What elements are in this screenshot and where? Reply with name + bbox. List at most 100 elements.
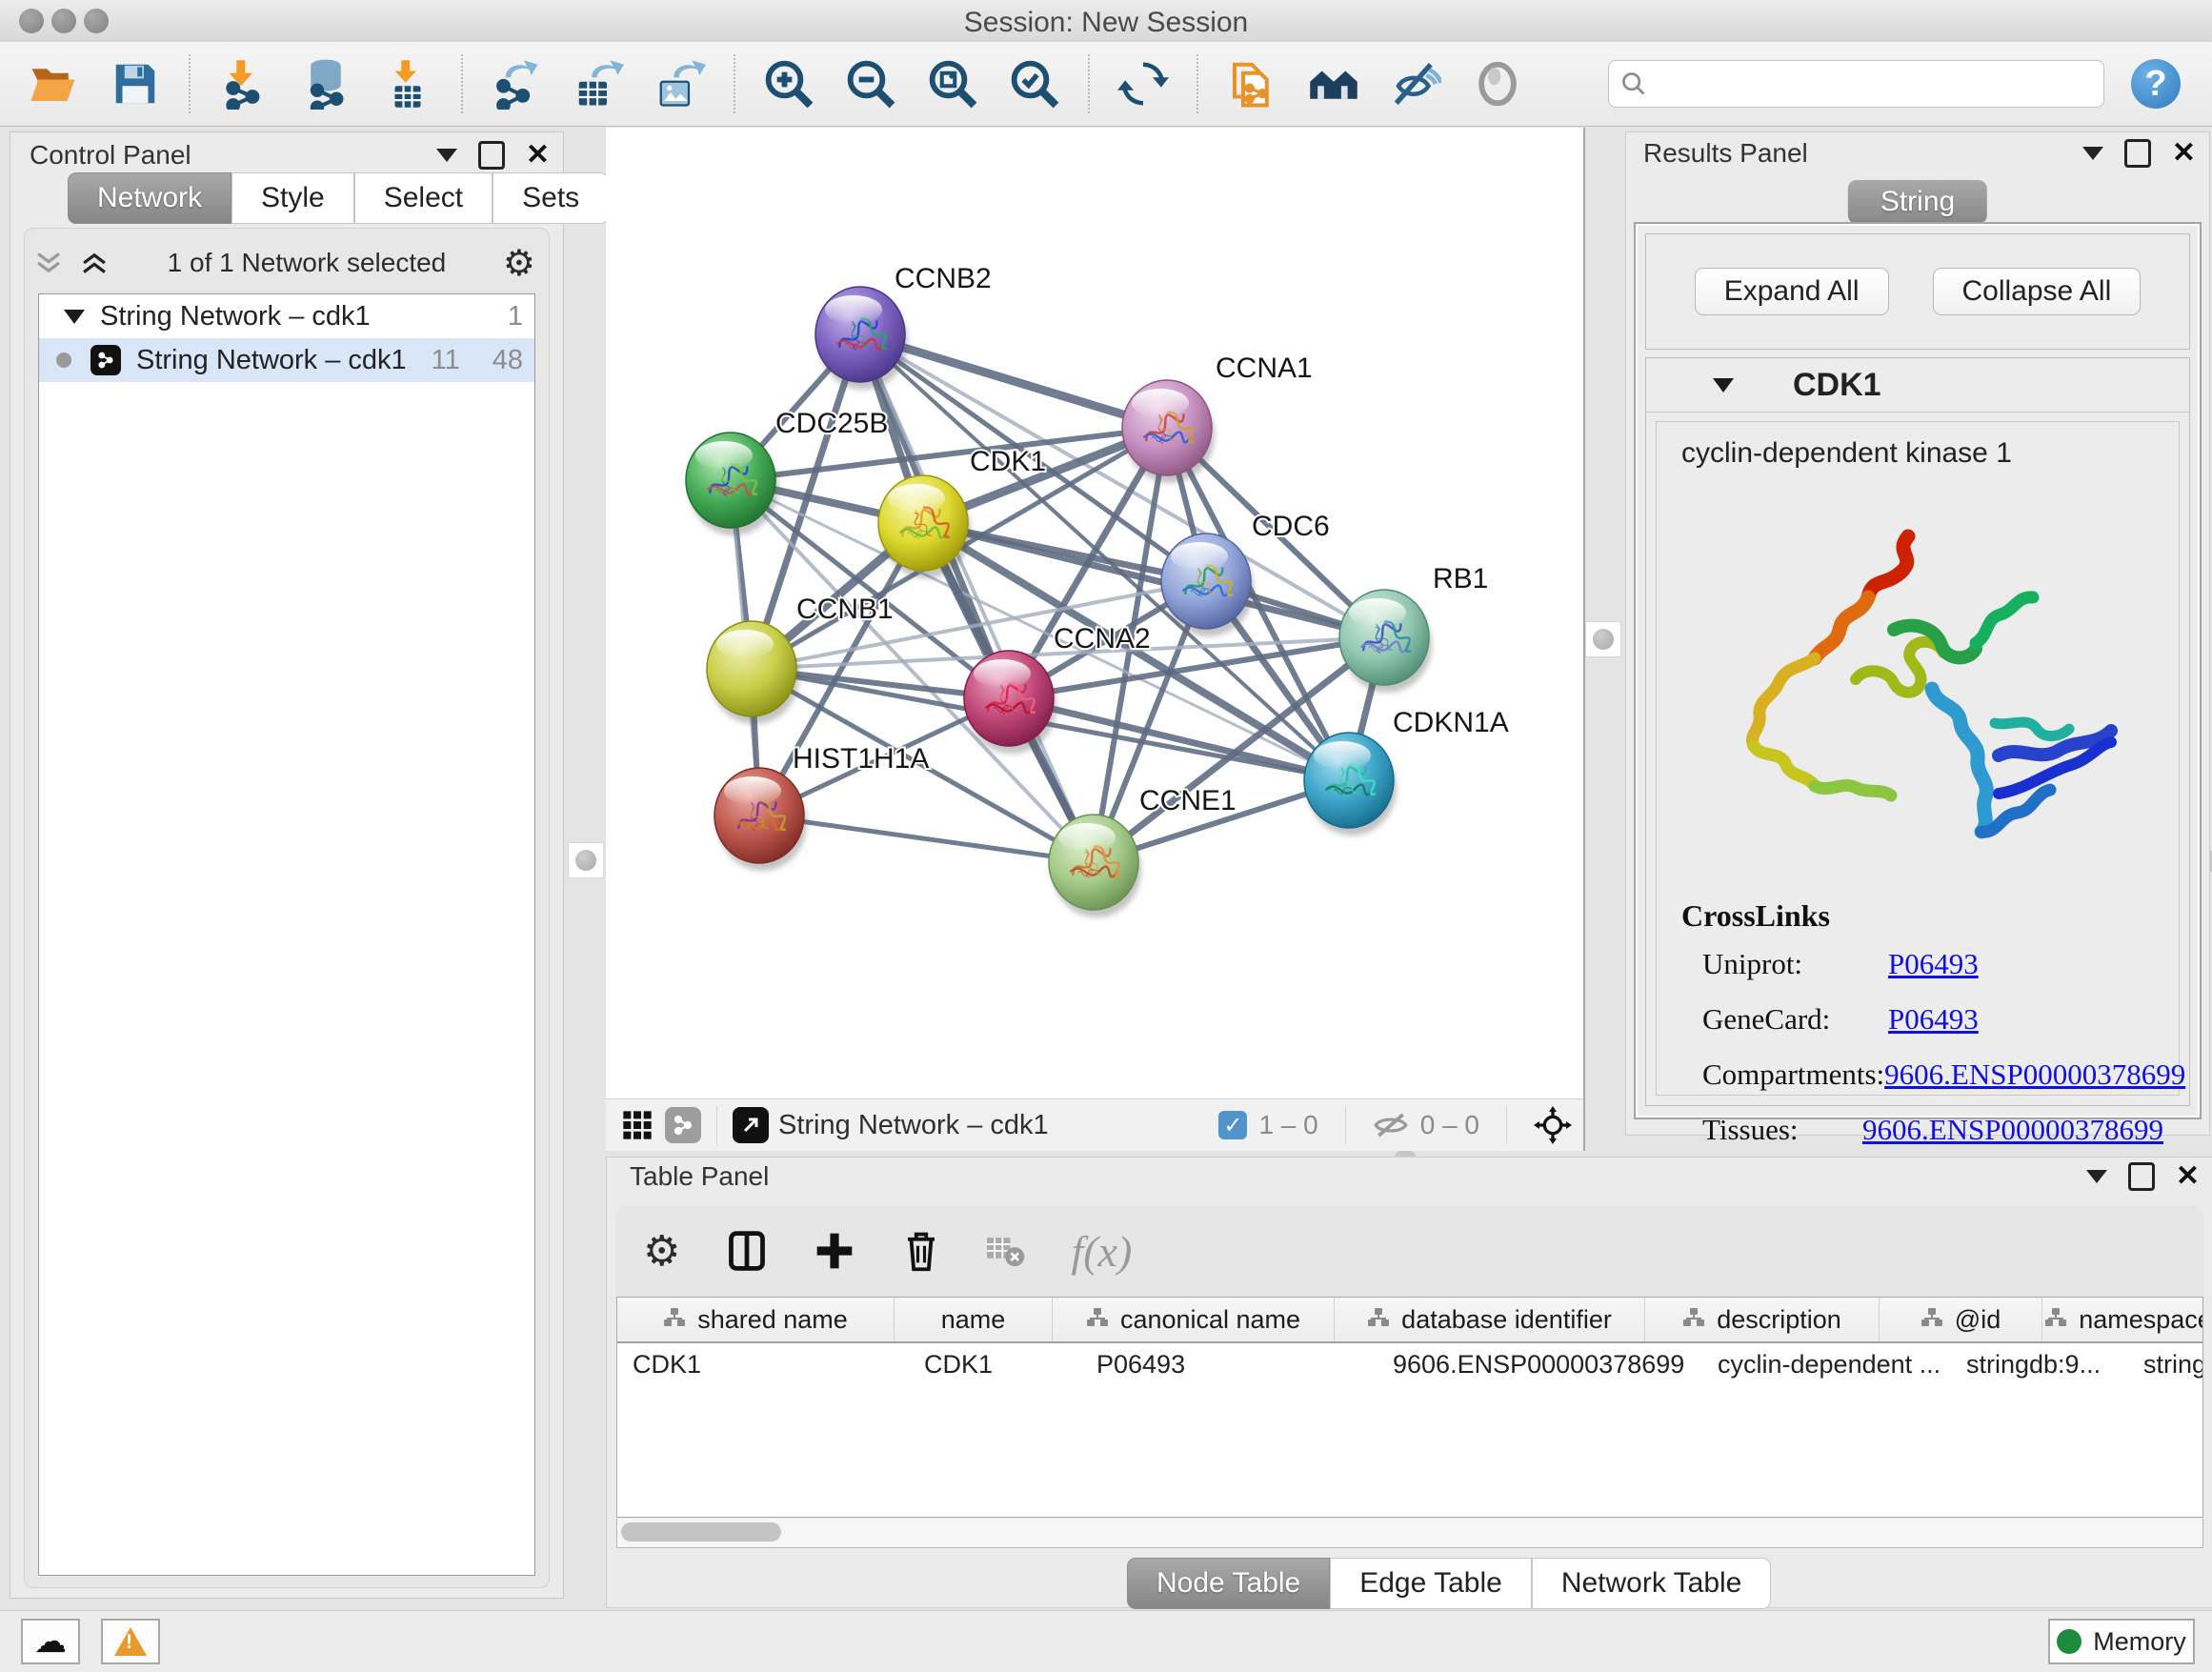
detach-view-icon[interactable] <box>733 1107 769 1143</box>
warnings-button[interactable] <box>101 1619 160 1664</box>
crosslink-link[interactable]: P06493 <box>1888 947 1979 981</box>
column-header-database-identifier[interactable]: database identifier <box>1335 1298 1645 1341</box>
delete-table-icon[interactable] <box>987 1235 1025 1267</box>
export-image-icon[interactable] <box>652 55 709 112</box>
node-HIST1H1A[interactable]: HIST1H1A <box>714 743 929 871</box>
export-table-icon[interactable] <box>570 55 627 112</box>
delete-column-icon[interactable] <box>901 1229 941 1273</box>
grid-view-icon[interactable] <box>619 1107 655 1143</box>
crosslink-link[interactable]: 9606.ENSP00000378699 <box>1862 1113 2163 1147</box>
zoom-selected-icon[interactable] <box>1006 55 1063 112</box>
gene-description: cyclin-dependent kinase 1 <box>1681 437 2179 470</box>
search-input[interactable] <box>1608 60 2104 108</box>
memory-button[interactable]: Memory <box>2048 1619 2195 1664</box>
expand-all-button[interactable]: Expand All <box>1695 268 1889 315</box>
node-CCNE1[interactable]: CCNE1 <box>1049 785 1237 917</box>
node-label-RB1: RB1 <box>1433 563 1488 594</box>
tab-node-table[interactable]: Node Table <box>1127 1558 1330 1609</box>
column-header--id[interactable]: @id <box>1880 1298 2042 1341</box>
tab-string[interactable]: String <box>1848 180 1987 224</box>
import-network-database-icon[interactable] <box>297 55 354 112</box>
panel-float-icon[interactable] <box>2128 1162 2155 1191</box>
node-table[interactable]: shared namenamecanonical namedatabase id… <box>616 1297 2203 1518</box>
selected-checkbox-icon[interactable]: ✓ <box>1218 1111 1247 1139</box>
column-header-namespace[interactable]: namespace <box>2042 1298 2203 1341</box>
node-CDKN1A[interactable]: CDKN1A <box>1304 707 1509 836</box>
save-session-icon[interactable] <box>107 55 164 112</box>
open-session-icon[interactable] <box>25 55 82 112</box>
zoom-in-icon[interactable] <box>760 55 817 112</box>
panel-menu-icon[interactable] <box>2086 1170 2107 1183</box>
memory-label: Memory <box>2093 1627 2186 1657</box>
panel-close-icon[interactable]: ✕ <box>2176 1162 2200 1191</box>
tab-edge-table[interactable]: Edge Table <box>1330 1558 1532 1609</box>
show-columns-icon[interactable] <box>726 1229 768 1273</box>
help-icon[interactable]: ? <box>2131 59 2181 109</box>
panel-close-icon[interactable]: ✕ <box>526 141 550 170</box>
node-label-CCNB2: CCNB2 <box>895 263 992 294</box>
column-header-canonical-name[interactable]: canonical name <box>1053 1298 1335 1341</box>
table-tabs: Node TableEdge TableNetwork Table <box>1127 1558 1771 1609</box>
tab-network[interactable]: Network <box>68 172 231 224</box>
collapse-all-button[interactable]: Collapse All <box>1933 268 2142 315</box>
add-column-icon[interactable] <box>814 1230 855 1272</box>
edge-HIST1H1A-CCNE1[interactable] <box>759 816 1094 862</box>
show-all-views-icon[interactable] <box>1305 55 1362 112</box>
hide-network-icon[interactable] <box>1387 55 1444 112</box>
gene-collapse-icon[interactable] <box>1713 378 1734 393</box>
panel-close-icon[interactable]: ✕ <box>2172 139 2196 168</box>
network-view-panel: CCNB2CCNA1CDC25BCDK1CDC6RB1CCNB1CCNA2CDK… <box>606 128 1585 1151</box>
import-network-file-icon[interactable] <box>215 55 272 112</box>
network-canvas[interactable]: CCNB2CCNA1CDC25BCDK1CDC6RB1CCNB1CCNA2CDK… <box>606 128 1583 1099</box>
birds-eye-view-icon[interactable] <box>1469 55 1526 112</box>
refresh-layout-icon[interactable] <box>1115 55 1172 112</box>
table-row[interactable]: CDK1CDK1P064939606.ENSP00000378699cyclin… <box>617 1343 2202 1385</box>
collapse-all-icon[interactable] <box>32 249 65 277</box>
tab-sets[interactable]: Sets <box>493 172 609 224</box>
network-collection-row[interactable]: String Network – cdk1 1 <box>39 294 534 338</box>
column-header-shared-name[interactable]: shared name <box>617 1298 895 1341</box>
panel-float-icon[interactable] <box>2124 139 2151 168</box>
node-CCNA1[interactable]: CCNA1 <box>1122 353 1313 483</box>
status-bar: ☁ Memory <box>0 1610 2212 1672</box>
scrollbar-thumb[interactable] <box>621 1522 781 1541</box>
network-icon <box>90 345 121 375</box>
birds-eye-toggle-icon[interactable] <box>1534 1106 1572 1144</box>
tab-style[interactable]: Style <box>231 172 354 224</box>
node-label-CCNE1: CCNE1 <box>1139 785 1237 816</box>
column-header-description[interactable]: description <box>1645 1298 1880 1341</box>
gear-icon[interactable]: ⚙ <box>503 242 535 285</box>
network-row[interactable]: String Network – cdk1 11 48 <box>39 338 534 382</box>
shared-column-icon <box>1920 1305 1943 1335</box>
tab-network-table[interactable]: Network Table <box>1532 1558 1772 1609</box>
crosslink-link[interactable]: 9606.ENSP00000378699 <box>1884 1058 2185 1092</box>
table-cell: CDK1 <box>617 1343 909 1385</box>
import-table-file-icon[interactable] <box>379 55 436 112</box>
export-network-icon[interactable] <box>488 55 545 112</box>
shared-column-icon <box>1682 1305 1705 1335</box>
copy-network-icon[interactable] <box>1223 55 1280 112</box>
cloud-button[interactable]: ☁ <box>21 1619 80 1664</box>
view-indicator-icon <box>56 353 71 368</box>
collection-expand-icon[interactable] <box>64 310 85 324</box>
edge-count: 48 <box>493 345 523 376</box>
zoom-fit-content-icon[interactable] <box>924 55 981 112</box>
right-splitter-handle[interactable] <box>1585 621 1621 657</box>
toolbar-separator <box>1506 1106 1507 1144</box>
column-header-name[interactable]: name <box>895 1298 1053 1341</box>
table-horizontal-scrollbar[interactable] <box>616 1519 2203 1548</box>
function-builder-icon[interactable]: f(x) <box>1071 1226 1132 1277</box>
table-gear-icon[interactable]: ⚙ <box>643 1227 680 1276</box>
network-view-icon[interactable] <box>665 1107 701 1143</box>
node-label-HIST1H1A: HIST1H1A <box>793 743 929 775</box>
search-field[interactable] <box>1647 69 2092 100</box>
node-RB1[interactable]: RB1 <box>1339 563 1488 693</box>
panel-float-icon[interactable] <box>478 141 505 170</box>
crosslink-link[interactable]: P06493 <box>1888 1002 1979 1037</box>
panel-menu-icon[interactable] <box>2082 147 2103 160</box>
expand-all-icon[interactable] <box>78 249 111 277</box>
zoom-out-icon[interactable] <box>842 55 899 112</box>
tab-select[interactable]: Select <box>354 172 493 224</box>
panel-menu-icon[interactable] <box>436 149 457 162</box>
left-splitter-handle[interactable] <box>568 842 604 878</box>
